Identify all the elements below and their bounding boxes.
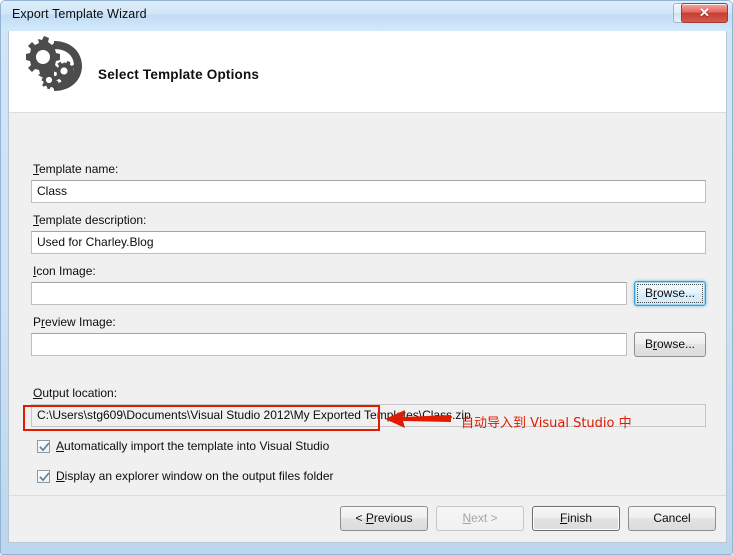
annotation-text: 自动导入到 Visual Studio 中 [461,416,632,431]
output-location-label: Output location: [33,386,118,400]
dialog-window: Export Template Wizard ? ✕ [0,0,733,555]
cancel-button[interactable]: Cancel [628,506,716,531]
page-title: Select Template Options [98,67,260,82]
preview-image-input[interactable] [31,333,627,356]
auto-import-checkbox[interactable] [37,440,50,453]
template-description-input[interactable]: Used for Charley.Blog [31,231,706,254]
display-explorer-label: Display an explorer window on the output… [56,469,334,483]
next-button: Next > [436,506,524,531]
left-arrow-icon [385,409,451,429]
template-name-label: Template name: [33,162,119,176]
finish-button[interactable]: Finish [532,506,620,531]
close-icon: ✕ [699,5,710,20]
dialog-client-area: Select Template Options Template name: C… [8,31,727,543]
window-title: Export Template Wizard [12,7,147,21]
display-explorer-checkbox[interactable] [37,470,50,483]
checkmark-icon [39,472,50,482]
wizard-header: Select Template Options [9,31,726,113]
icon-image-browse-button[interactable]: Browse... [634,281,706,306]
wizard-body: Template name: Class Template descriptio… [9,114,726,495]
close-button[interactable]: ✕ [681,3,728,23]
gears-arrow-icon [16,33,88,99]
preview-image-label: Preview Image: [33,315,116,329]
auto-import-label: Automatically import the template into V… [56,439,330,453]
previous-button[interactable]: < Previous [340,506,428,531]
icon-image-input[interactable] [31,282,627,305]
checkmark-icon [39,442,50,452]
title-bar[interactable]: Export Template Wizard ? ✕ [1,1,732,31]
focus-ring [637,284,703,303]
template-description-label: Template description: [33,213,147,227]
preview-image-browse-button[interactable]: Browse... [634,332,706,357]
template-name-input[interactable]: Class [31,180,706,203]
icon-image-label: Icon Image: [33,264,96,278]
wizard-footer: < Previous Next > Finish Cancel [9,496,726,541]
